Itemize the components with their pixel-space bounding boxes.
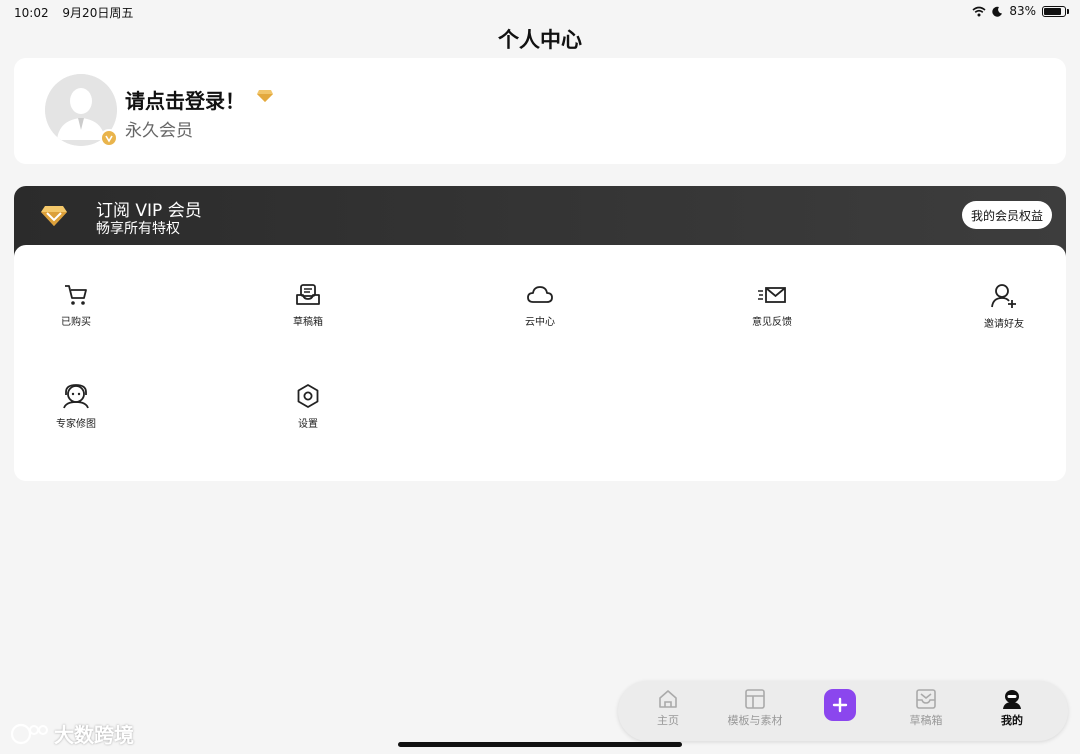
nav-item-home[interactable]: 主页: [623, 689, 713, 728]
menu-item-expert-retouch[interactable]: 专家修图: [26, 383, 126, 430]
template-icon: [745, 689, 765, 709]
nav-label: 主页: [657, 714, 679, 727]
add-user-icon: [991, 284, 1016, 308]
menu-card: 已购买 草稿箱 云中心 意见反馈 邀请好友 专家修图 设置: [14, 245, 1066, 481]
status-time: 10:02: [14, 6, 49, 20]
menu-item-feedback[interactable]: 意见反馈: [722, 283, 822, 328]
battery-fill: [1044, 7, 1061, 15]
nav-label: 草稿箱: [909, 714, 943, 727]
battery-percent: 83%: [1009, 4, 1036, 18]
nav-label: 模板与素材: [727, 714, 783, 727]
nav-item-profile[interactable]: 我的: [967, 689, 1057, 728]
plus-icon: [832, 697, 848, 713]
nav-item-drafts[interactable]: 草稿箱: [881, 689, 971, 728]
menu-item-purchased[interactable]: 已购买: [26, 283, 126, 328]
menu-item-invite[interactable]: 邀请好友: [954, 283, 1054, 330]
page-title: 个人中心: [498, 28, 582, 52]
menu-label: 邀请好友: [984, 319, 1024, 330]
home-indicator[interactable]: [398, 742, 682, 747]
status-bar: 10:02 9月20日周五 83%: [0, 0, 1080, 22]
menu-label: 意见反馈: [752, 317, 792, 328]
watermark-text: 大数跨境: [54, 723, 134, 747]
member-benefits-button[interactable]: 我的会员权益: [961, 201, 1052, 229]
menu-label: 云中心: [525, 317, 555, 328]
menu-item-cloud[interactable]: 云中心: [490, 283, 590, 328]
menu-label: 草稿箱: [293, 317, 323, 328]
watermark-logo-icon: [10, 723, 48, 744]
menu-item-drafts[interactable]: 草稿箱: [258, 283, 358, 328]
watermark: 大数跨境: [10, 719, 134, 748]
menu-label: 设置: [298, 419, 318, 430]
diamond-icon: [257, 90, 273, 102]
moon-icon: [992, 6, 1003, 17]
battery-icon: [1042, 5, 1069, 17]
status-date: 9月20日周五: [62, 6, 134, 20]
login-prompt[interactable]: 请点击登录！: [125, 85, 245, 114]
menu-label: 已购买: [61, 317, 91, 328]
vip-badge-icon: [100, 129, 118, 147]
nav-item-templates[interactable]: 模板与素材: [710, 689, 800, 728]
profile-icon: [1003, 690, 1021, 709]
profile-card[interactable]: 请点击登录！ 永久会员: [14, 58, 1066, 164]
bottom-nav: 主页 模板与素材 草稿箱 我的: [618, 681, 1068, 741]
vip-subtitle: 畅享所有特权: [96, 221, 180, 237]
mail-icon: [758, 287, 786, 303]
menu-item-settings[interactable]: 设置: [258, 383, 358, 430]
settings-hexagon-icon: [297, 384, 319, 408]
home-icon: [659, 690, 677, 708]
vip-diamond-icon: [41, 206, 67, 226]
create-button[interactable]: [824, 689, 856, 721]
draft-box-icon: [296, 284, 320, 305]
inbox-icon: [916, 689, 936, 709]
nav-label: 我的: [1001, 714, 1023, 727]
cloud-icon: [527, 286, 553, 303]
menu-label: 专家修图: [56, 419, 96, 430]
cart-icon: [65, 285, 87, 305]
customer-service-icon: [63, 384, 89, 409]
member-status: 永久会员: [125, 121, 193, 141]
wifi-icon: [972, 6, 986, 16]
